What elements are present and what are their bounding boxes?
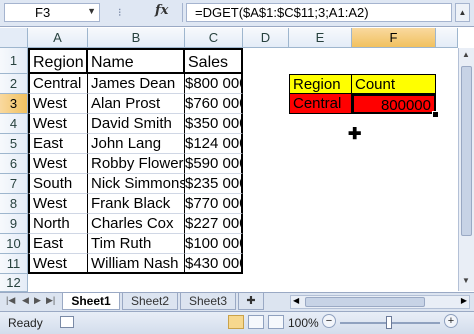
table-cell-name[interactable]: Robby Flowers: [88, 154, 185, 174]
table-cell-sales[interactable]: $770 000: [185, 194, 243, 214]
row-header-12[interactable]: 12: [0, 274, 28, 292]
zoom-slider-knob[interactable]: [386, 316, 392, 329]
criteria-count-label[interactable]: Count: [352, 74, 436, 94]
divider: [182, 3, 183, 22]
table-cell-sales[interactable]: $235 000: [185, 174, 243, 194]
table-cell-region[interactable]: East: [28, 134, 88, 154]
column-header-f[interactable]: F: [352, 28, 436, 48]
prev-sheet-icon[interactable]: ◀: [22, 295, 29, 306]
expand-formula-bar-icon[interactable]: ▲: [455, 3, 470, 22]
row-header-4[interactable]: 4: [0, 114, 28, 134]
header-cell-name[interactable]: Name: [88, 48, 185, 74]
last-sheet-icon[interactable]: ▶|: [46, 295, 55, 306]
zoom-in-icon[interactable]: +: [444, 314, 458, 328]
sheet-tab-bar: |◀ ◀ ▶ ▶| Sheet1 Sheet2 Sheet3 ✚ ◀ ▶: [0, 292, 474, 311]
new-sheet-icon[interactable]: ✚: [238, 293, 264, 310]
table-cell-name[interactable]: Nick Simmons: [88, 174, 185, 194]
criteria-region-value[interactable]: Central: [289, 94, 352, 114]
table-cell-name[interactable]: William Nash: [88, 254, 185, 274]
table-cell-sales[interactable]: $590 000: [185, 154, 243, 174]
fill-handle[interactable]: [432, 111, 439, 118]
table-cell-region[interactable]: West: [28, 114, 88, 134]
table-cell-name[interactable]: Alan Prost: [88, 94, 185, 114]
formula-input[interactable]: =DGET($A$1:$C$11;3;A1:A2): [186, 3, 452, 22]
header-cell-region[interactable]: Region: [28, 48, 88, 74]
horizontal-scrollbar[interactable]: ◀ ▶: [290, 295, 470, 309]
formula-bar-grip-icon: ⁝: [118, 7, 123, 19]
first-sheet-icon[interactable]: |◀: [6, 295, 15, 306]
row-header-11[interactable]: 11: [0, 254, 28, 274]
table-cell-region[interactable]: West: [28, 254, 88, 274]
zoom-out-icon[interactable]: −: [322, 314, 336, 328]
zoom-level[interactable]: 100%: [288, 316, 319, 330]
table-cell-sales[interactable]: $800 000: [185, 74, 243, 94]
row-header-1[interactable]: 1: [0, 48, 28, 74]
scroll-left-icon[interactable]: ◀: [293, 296, 299, 305]
row-header-3[interactable]: 3: [0, 94, 28, 114]
table-cell-region[interactable]: East: [28, 234, 88, 254]
table-cell-region[interactable]: North: [28, 214, 88, 234]
status-bar: Ready 100% − +: [0, 311, 474, 334]
formula-bar: F3 ▼ ⁝ fx =DGET($A$1:$C$11;3;A1:A2) ▲: [0, 0, 474, 27]
table-cell-name[interactable]: Frank Black: [88, 194, 185, 214]
vertical-scroll-thumb[interactable]: [461, 66, 472, 236]
scroll-up-icon[interactable]: ▲: [462, 50, 470, 59]
table-cell-region[interactable]: West: [28, 154, 88, 174]
horizontal-scroll-thumb[interactable]: [305, 297, 425, 307]
column-header-g[interactable]: [436, 28, 458, 48]
table-cell-sales[interactable]: $100 000: [185, 234, 243, 254]
row-header-5[interactable]: 5: [0, 134, 28, 154]
row-header-2[interactable]: 2: [0, 74, 28, 94]
scroll-right-icon[interactable]: ▶: [461, 296, 467, 305]
column-header-d[interactable]: D: [243, 28, 289, 48]
vertical-scrollbar[interactable]: ▲ ▼: [458, 48, 474, 291]
name-box[interactable]: F3 ▼: [4, 3, 100, 22]
table-cell-region[interactable]: Central: [28, 74, 88, 94]
table-cell-region[interactable]: South: [28, 174, 88, 194]
row-header-8[interactable]: 8: [0, 194, 28, 214]
macro-record-icon[interactable]: [60, 316, 74, 328]
page-break-view-icon[interactable]: [268, 315, 284, 329]
insert-function-icon[interactable]: fx: [155, 3, 168, 18]
row-header-6[interactable]: 6: [0, 154, 28, 174]
table-cell-sales[interactable]: $350 000: [185, 114, 243, 134]
page-layout-view-icon[interactable]: [248, 315, 264, 329]
row-header-9[interactable]: 9: [0, 214, 28, 234]
table-cell-sales[interactable]: $760 000: [185, 94, 243, 114]
header-cell-sales[interactable]: Sales: [185, 48, 243, 74]
chevron-down-icon[interactable]: ▼: [87, 6, 96, 16]
row-header-10[interactable]: 10: [0, 234, 28, 254]
table-cell-sales[interactable]: $227 000: [185, 214, 243, 234]
row-header-7[interactable]: 7: [0, 174, 28, 194]
table-cell-name[interactable]: John Lang: [88, 134, 185, 154]
selected-cell-f3[interactable]: 800000: [352, 94, 436, 114]
normal-view-icon[interactable]: [228, 315, 244, 329]
table-cell-region[interactable]: West: [28, 94, 88, 114]
tab-sheet1[interactable]: Sheet1: [62, 293, 120, 310]
cell-cursor-icon: ✚: [348, 126, 362, 143]
status-ready: Ready: [8, 316, 43, 330]
tab-sheet3[interactable]: Sheet3: [180, 293, 236, 310]
scroll-down-icon[interactable]: ▼: [462, 276, 470, 285]
criteria-region-label[interactable]: Region: [289, 74, 352, 94]
column-header-a[interactable]: A: [28, 28, 88, 48]
column-header-e[interactable]: E: [289, 28, 352, 48]
table-cell-name[interactable]: Tim Ruth: [88, 234, 185, 254]
column-header-b[interactable]: B: [88, 28, 185, 48]
name-box-value: F3: [35, 5, 51, 20]
select-all-corner[interactable]: [0, 28, 28, 48]
column-header-c[interactable]: C: [185, 28, 243, 48]
table-cell-name[interactable]: Charles Cox: [88, 214, 185, 234]
table-cell-name[interactable]: David Smith: [88, 114, 185, 134]
table-cell-sales[interactable]: $430 000: [185, 254, 243, 274]
tab-sheet2[interactable]: Sheet2: [122, 293, 178, 310]
next-sheet-icon[interactable]: ▶: [34, 295, 41, 306]
table-cell-region[interactable]: West: [28, 194, 88, 214]
table-cell-name[interactable]: James Dean: [88, 74, 185, 94]
table-cell-sales[interactable]: $124 000: [185, 134, 243, 154]
excel-window: F3 ▼ ⁝ fx =DGET($A$1:$C$11;3;A1:A2) ▲ A …: [0, 0, 474, 334]
